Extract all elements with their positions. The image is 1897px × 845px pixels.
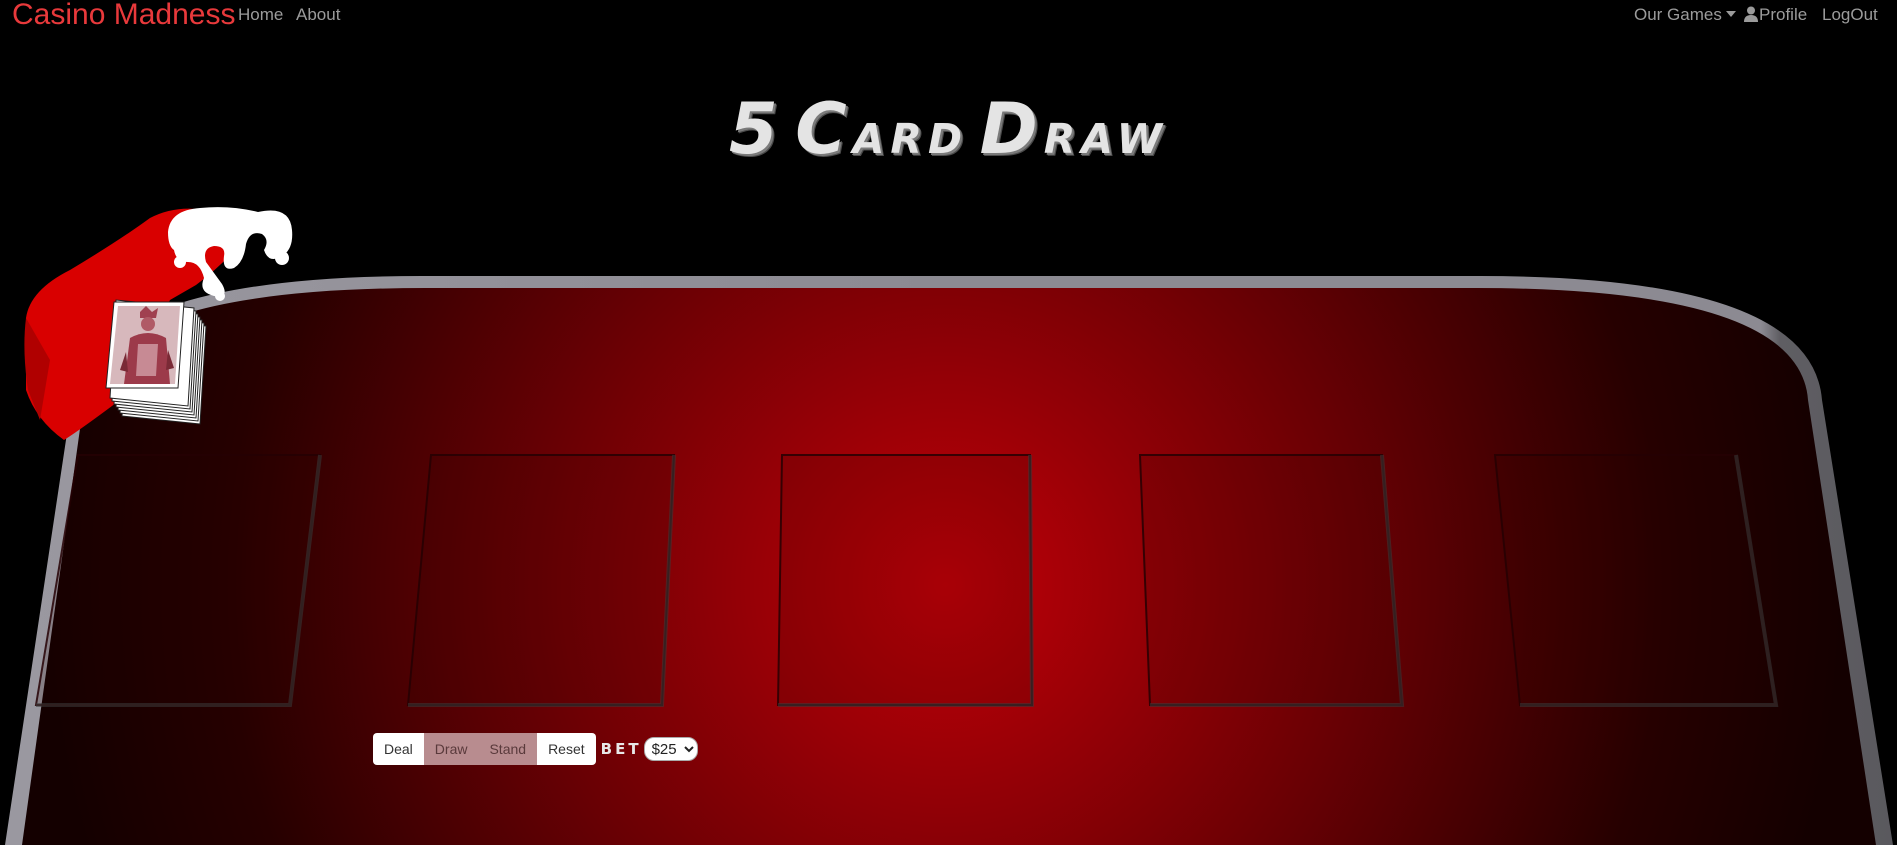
title-word1-initial: C <box>795 88 853 170</box>
reset-button[interactable]: Reset <box>537 733 596 765</box>
person-icon <box>1744 6 1758 22</box>
draw-button[interactable]: Draw <box>423 733 479 765</box>
navbar: Casino Madness Home About Our Games Prof… <box>0 0 1897 30</box>
title-word1-rest: ard <box>852 99 969 167</box>
chevron-down-icon <box>1725 11 1736 17</box>
deal-button[interactable]: Deal <box>373 733 424 765</box>
deck-top-card <box>105 301 185 389</box>
card-slot-5 <box>1493 454 1778 706</box>
brand-logo[interactable]: Casino Madness <box>12 0 235 30</box>
title-number: 5 <box>729 88 784 170</box>
title-word2-initial: D <box>979 88 1044 170</box>
nav-about-link[interactable]: About <box>296 5 340 25</box>
page-title: 5 Card Draw <box>0 88 1897 170</box>
title-word2-rest: raw <box>1043 99 1168 167</box>
card-slot-1 <box>34 454 322 706</box>
nav-home-link[interactable]: Home <box>238 5 283 25</box>
page: Casino Madness Home About Our Games Prof… <box>0 0 1897 845</box>
stand-button[interactable]: Stand <box>478 733 538 765</box>
game-controls: Deal Draw Stand Reset BET $25 <box>373 733 698 765</box>
bet-select[interactable]: $25 <box>643 737 698 761</box>
bet-label: BET <box>600 740 642 758</box>
deck[interactable] <box>105 299 207 425</box>
nav-our-games-dropdown[interactable]: Our Games <box>1634 5 1736 25</box>
nav-profile-link[interactable]: Profile <box>1744 5 1807 25</box>
card-slot-2 <box>406 454 676 706</box>
nav-profile-label: Profile <box>1759 5 1808 24</box>
nav-our-games-label: Our Games <box>1634 5 1722 24</box>
nav-logout-link[interactable]: LogOut <box>1822 5 1878 25</box>
card-slot-4 <box>1138 454 1404 706</box>
card-slot-3 <box>776 454 1034 706</box>
